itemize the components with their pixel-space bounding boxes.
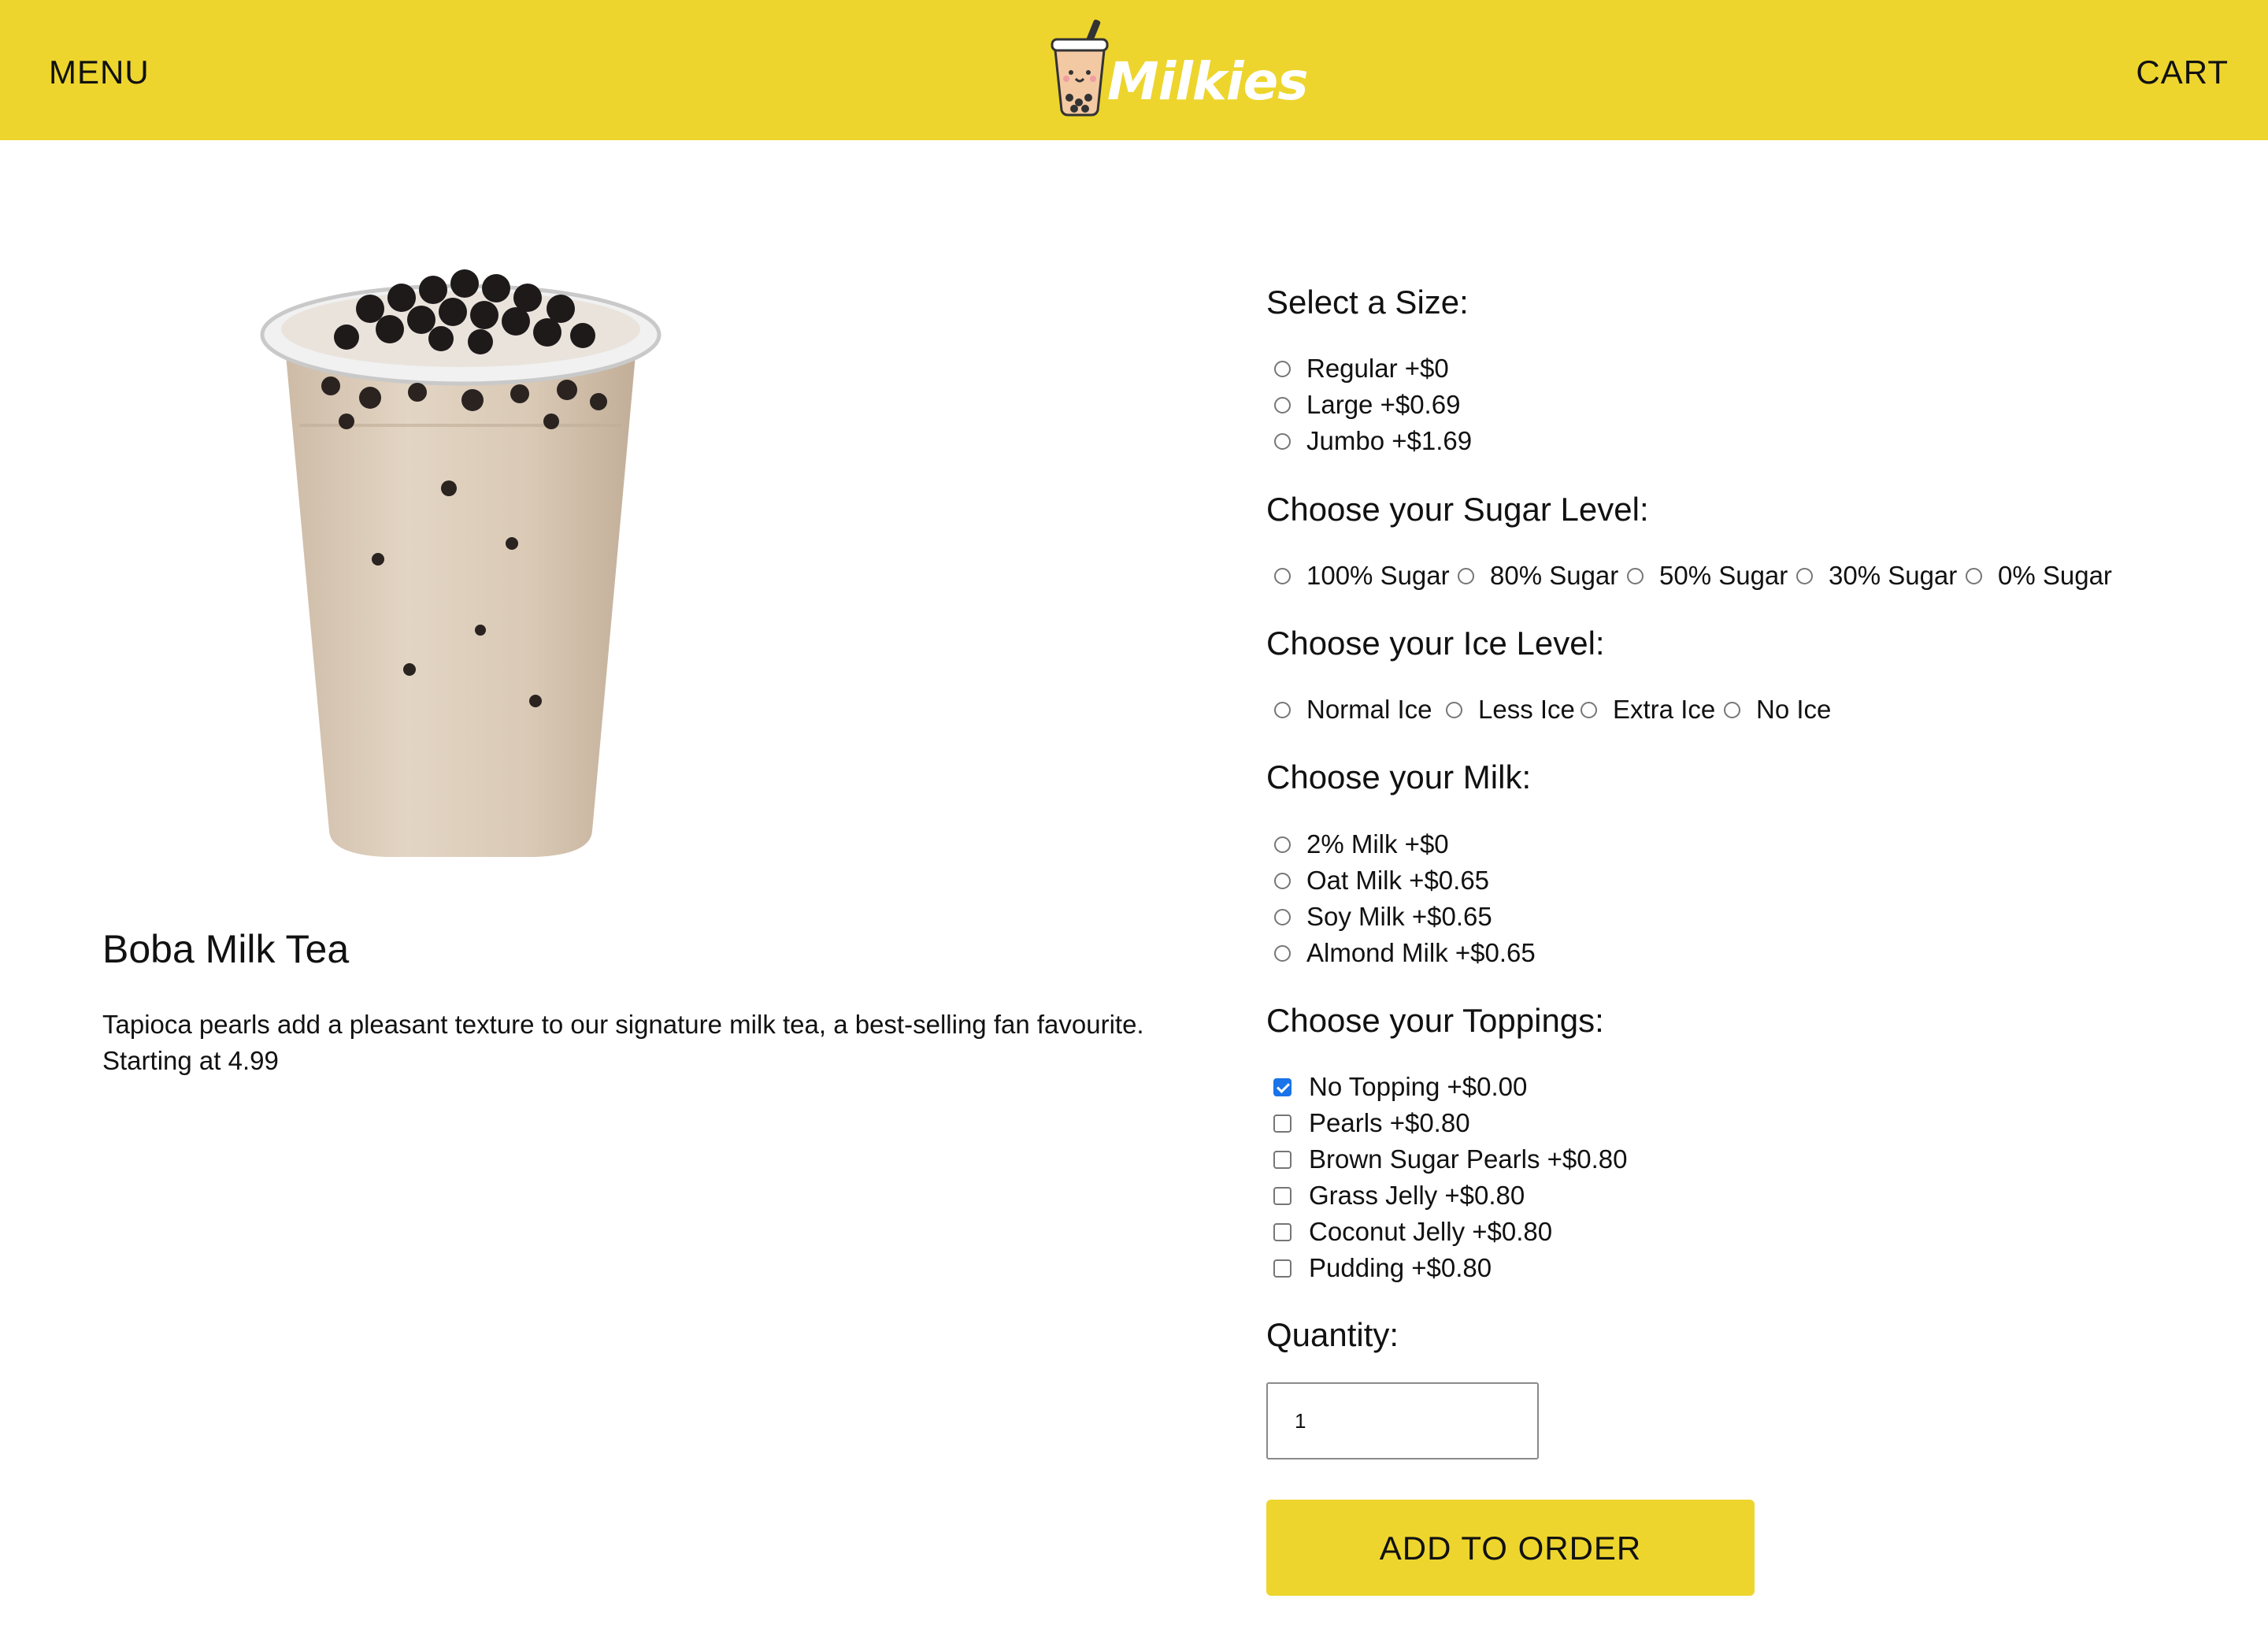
topping-option-none[interactable]: No Topping +$0.00 (1273, 1069, 1527, 1105)
milk-option-almond[interactable]: Almond Milk +$0.65 (1274, 935, 1536, 971)
ice-heading: Choose your Ice Level: (1266, 625, 1605, 662)
radio-button[interactable] (1274, 396, 1291, 414)
menu-link[interactable]: MENU (49, 49, 150, 96)
checkbox[interactable] (1273, 1150, 1292, 1169)
topping-option-label: Coconut Jelly +$0.80 (1309, 1217, 1553, 1246)
product-title: Boba Milk Tea (102, 927, 350, 971)
checkbox[interactable] (1273, 1222, 1292, 1241)
product-starting-price: Starting at 4.99 (102, 1046, 279, 1075)
size-option-label: Large +$0.69 (1306, 390, 1461, 419)
milk-option-label: Almond Milk +$0.65 (1306, 938, 1536, 967)
sugar-option-label: 30% Sugar (1829, 561, 1958, 590)
ice-option-label: Normal Ice (1306, 695, 1432, 724)
topping-option-coconut-jelly[interactable]: Coconut Jelly +$0.80 (1273, 1214, 1552, 1250)
header-bar: MENU Milkies CART (0, 0, 2268, 140)
radio-button[interactable] (1446, 701, 1462, 718)
topping-option-label: No Topping +$0.00 (1309, 1072, 1528, 1101)
radio-button[interactable] (1966, 567, 1982, 584)
size-option-regular[interactable]: Regular +$0 (1274, 350, 1449, 387)
sugar-option-30[interactable]: 30% Sugar (1796, 558, 1957, 594)
sugar-option-50[interactable]: 50% Sugar (1627, 558, 1788, 594)
size-option-label: Jumbo +$1.69 (1306, 426, 1473, 455)
milk-option-label: Soy Milk +$0.65 (1306, 902, 1492, 931)
sugar-option-80[interactable]: 80% Sugar (1458, 558, 1618, 594)
radio-button[interactable] (1274, 360, 1291, 377)
topping-option-label: Pearls +$0.80 (1309, 1108, 1470, 1137)
checkbox[interactable] (1273, 1259, 1292, 1278)
topping-option-pudding[interactable]: Pudding +$0.80 (1273, 1250, 1492, 1286)
sugar-option-label: 50% Sugar (1659, 561, 1788, 590)
radio-button[interactable] (1274, 836, 1291, 853)
radio-button[interactable] (1724, 701, 1740, 718)
radio-button[interactable] (1274, 944, 1291, 962)
topping-option-brown-sugar-pearls[interactable]: Brown Sugar Pearls +$0.80 (1273, 1141, 1628, 1178)
milk-option-label: 2% Milk +$0 (1306, 829, 1449, 859)
sugar-option-label: 0% Sugar (1998, 561, 2112, 590)
sugar-option-label: 80% Sugar (1490, 561, 1619, 590)
topping-option-grass-jelly[interactable]: Grass Jelly +$0.80 (1273, 1178, 1525, 1214)
sugar-option-100[interactable]: 100% Sugar (1274, 558, 1450, 594)
checkbox[interactable] (1273, 1186, 1292, 1205)
checkbox[interactable] (1273, 1114, 1292, 1133)
radio-button[interactable] (1274, 701, 1291, 718)
radio-button[interactable] (1274, 908, 1291, 925)
size-option-large[interactable]: Large +$0.69 (1274, 387, 1460, 423)
size-option-jumbo[interactable]: Jumbo +$1.69 (1274, 423, 1472, 459)
sugar-option-0[interactable]: 0% Sugar (1966, 558, 2112, 594)
radio-button[interactable] (1274, 432, 1291, 450)
toppings-heading: Choose your Toppings: (1266, 1002, 1604, 1039)
ice-option-none[interactable]: No Ice (1724, 692, 1831, 728)
topping-option-label: Brown Sugar Pearls +$0.80 (1309, 1144, 1628, 1174)
ice-option-label: Extra Ice (1613, 695, 1716, 724)
ice-option-label: No Ice (1756, 695, 1832, 724)
ice-option-less[interactable]: Less Ice (1446, 692, 1575, 728)
topping-option-label: Grass Jelly +$0.80 (1309, 1181, 1525, 1210)
cart-link[interactable]: CART (2136, 49, 2229, 96)
radio-button[interactable] (1274, 872, 1291, 889)
radio-button[interactable] (1796, 567, 1813, 584)
radio-button[interactable] (1627, 567, 1644, 584)
product-description: Tapioca pearls add a pleasant texture to… (102, 1007, 1205, 1079)
boba-milk-tea-image (252, 260, 669, 866)
size-heading: Select a Size: (1266, 284, 1469, 321)
radio-button[interactable] (1274, 567, 1291, 584)
ice-option-extra[interactable]: Extra Ice (1581, 692, 1715, 728)
quantity-input[interactable] (1266, 1382, 1539, 1459)
milk-option-oat[interactable]: Oat Milk +$0.65 (1274, 862, 1489, 899)
milk-heading: Choose your Milk: (1266, 758, 1532, 796)
product-description-text: Tapioca pearls add a pleasant texture to… (102, 1010, 1144, 1039)
radio-button[interactable] (1458, 567, 1474, 584)
ice-option-normal[interactable]: Normal Ice (1274, 692, 1432, 728)
milk-option-2percent[interactable]: 2% Milk +$0 (1274, 826, 1449, 862)
milk-option-label: Oat Milk +$0.65 (1306, 866, 1490, 895)
ice-option-label: Less Ice (1478, 695, 1575, 724)
topping-option-pearls[interactable]: Pearls +$0.80 (1273, 1105, 1470, 1141)
quantity-heading: Quantity: (1266, 1316, 1399, 1353)
size-option-label: Regular +$0 (1306, 354, 1449, 383)
topping-option-label: Pudding +$0.80 (1309, 1253, 1492, 1282)
logo-wordmark: Milkies (1107, 51, 1308, 112)
radio-button[interactable] (1581, 701, 1597, 718)
milkies-logo[interactable]: Milkies (1047, 16, 1308, 118)
checkbox-checked[interactable] (1273, 1077, 1292, 1096)
sugar-option-label: 100% Sugar (1306, 561, 1450, 590)
milk-option-soy[interactable]: Soy Milk +$0.65 (1274, 899, 1492, 935)
sugar-heading: Choose your Sugar Level: (1266, 491, 1649, 528)
add-to-order-button[interactable]: ADD TO ORDER (1266, 1500, 1755, 1596)
